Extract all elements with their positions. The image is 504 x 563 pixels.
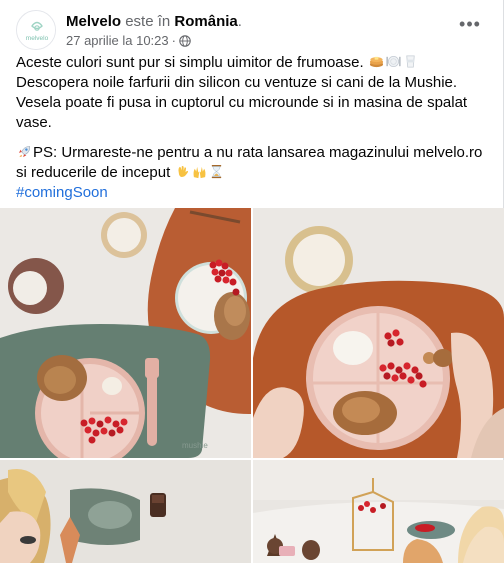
photo-1-image: mushie	[0, 208, 251, 458]
avatar[interactable]: melvelo	[16, 10, 56, 50]
waving-hand-emoji	[178, 165, 189, 177]
photo-grid: mushie	[0, 208, 504, 563]
timestamp-link[interactable]: 27 aprilie la 10:23	[66, 32, 169, 49]
author-name-link[interactable]: Melvelo	[66, 13, 121, 30]
raising-hands-emoji	[194, 166, 206, 179]
post-paragraph-2: PS: Urmareste-ne pentru a nu rata lansar…	[16, 143, 490, 203]
location-prefix: este în	[125, 13, 171, 30]
post-body-line2: Descopera noile farfurii din silicon cu …	[16, 74, 468, 131]
location-link[interactable]: România	[174, 13, 237, 30]
photo-3[interactable]	[0, 460, 251, 563]
post-paragraph-1: Aceste culori sunt pur si simplu uimitor…	[16, 53, 490, 133]
location-suffix: .	[237, 13, 242, 30]
post-meta: 27 aprilie la 10:23 ·	[66, 32, 191, 49]
more-options-label: •••	[459, 13, 481, 34]
photo-4-image	[253, 460, 504, 563]
photo-2[interactable]	[253, 208, 504, 458]
post-header: melvelo Melvelo este în România. 27 apri…	[16, 10, 488, 50]
photo-3-image	[0, 460, 251, 563]
post-ps-text: PS: Urmareste-ne pentru a nu rata lansar…	[16, 144, 483, 181]
rocket-emoji	[18, 146, 30, 158]
meta-separator: ·	[171, 33, 176, 48]
avatar-logo-text: melvelo	[26, 35, 49, 42]
pancakes-emoji	[369, 56, 383, 68]
post-body-line1: Aceste culori sunt pur si simplu uimitor…	[16, 54, 364, 71]
cup-emoji	[406, 55, 415, 68]
melvelo-logo-icon: melvelo	[17, 11, 55, 49]
photo-brand-text: mushie	[182, 441, 208, 450]
photo-4[interactable]	[253, 460, 504, 563]
photo-1[interactable]: mushie	[0, 208, 251, 458]
more-options-icon[interactable]: •••	[456, 12, 484, 36]
hourglass-emoji	[212, 164, 222, 179]
fork-knife-plate-emoji	[386, 55, 401, 68]
photo-2-image	[253, 208, 504, 458]
facebook-post: melvelo Melvelo este în România. 27 apri…	[0, 0, 504, 563]
globe-icon[interactable]	[179, 34, 191, 47]
hashtag-link[interactable]: #comingSoon	[16, 184, 108, 201]
post-text: Aceste culori sunt pur si simplu uimitor…	[16, 53, 490, 213]
author-line: Melvelo este în România.	[66, 12, 242, 31]
